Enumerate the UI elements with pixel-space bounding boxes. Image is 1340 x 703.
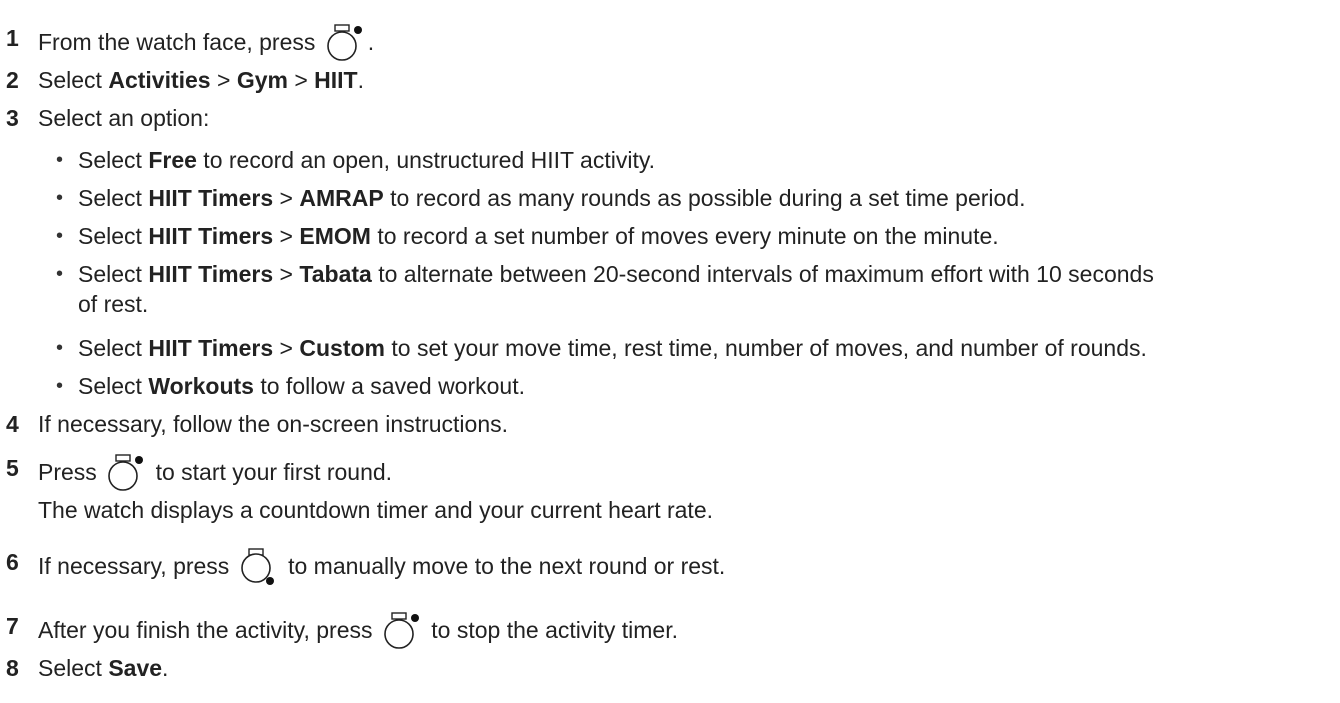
save-label: Save bbox=[108, 655, 163, 681]
option-item: • Select Workouts to follow a saved work… bbox=[56, 373, 525, 399]
step-number: 7 bbox=[6, 613, 19, 639]
watch-start-stop-button-icon bbox=[381, 612, 423, 652]
step-number: 6 bbox=[6, 549, 19, 575]
watch-start-stop-button-icon bbox=[105, 454, 147, 494]
step-4: 4 If necessary, follow the on-screen ins… bbox=[0, 410, 1330, 450]
bullet: • bbox=[56, 187, 64, 209]
menu-activities: Activities bbox=[108, 67, 211, 93]
step-2: 2 Select Activities > Gym > HIIT. bbox=[6, 67, 365, 93]
watch-start-stop-button-icon bbox=[324, 24, 366, 64]
step-6: 6 If necessary, press to manually move t… bbox=[0, 548, 1330, 588]
step-number: 1 bbox=[6, 25, 19, 51]
step-3: 3 Select an option: bbox=[0, 104, 1330, 144]
step-number: 3 bbox=[6, 105, 19, 131]
option-item: • Select HIIT Timers > Custom to set you… bbox=[56, 335, 1147, 361]
option-item: • Select Free to record an open, unstruc… bbox=[56, 147, 656, 173]
menu-gym: Gym bbox=[236, 67, 288, 93]
step-7: 7 After you finish the activity, press t… bbox=[0, 612, 1330, 652]
bullet: • bbox=[56, 375, 64, 397]
option-item: • Select HIIT Timers > EMOM to record a … bbox=[56, 223, 999, 249]
step-8: 8 Select Save. bbox=[6, 655, 169, 681]
step-number: 5 bbox=[6, 455, 19, 481]
option-item: • Select HIIT Timers > AMRAP to record a… bbox=[56, 185, 1026, 211]
step-1: 1 From the watch face, press . bbox=[0, 24, 1330, 64]
step-number: 2 bbox=[6, 67, 19, 93]
bullet: • bbox=[56, 149, 64, 171]
bullet: • bbox=[56, 225, 64, 247]
step-text: Select an option: bbox=[38, 105, 210, 131]
step-text: From the watch face, press bbox=[38, 29, 316, 56]
step-5: 5 Press to start your first round. bbox=[0, 454, 1330, 494]
menu-hiit: HIIT bbox=[314, 67, 358, 93]
step-text: If necessary, follow the on-screen instr… bbox=[38, 411, 509, 437]
option-item-continued: of rest. bbox=[78, 291, 149, 317]
step-5-note: The watch displays a countdown timer and… bbox=[38, 497, 714, 523]
step-number: 8 bbox=[6, 655, 19, 681]
watch-lap-button-icon bbox=[238, 548, 280, 588]
step-number: 4 bbox=[6, 411, 19, 437]
bullet: • bbox=[56, 337, 64, 359]
bullet: • bbox=[56, 263, 64, 285]
